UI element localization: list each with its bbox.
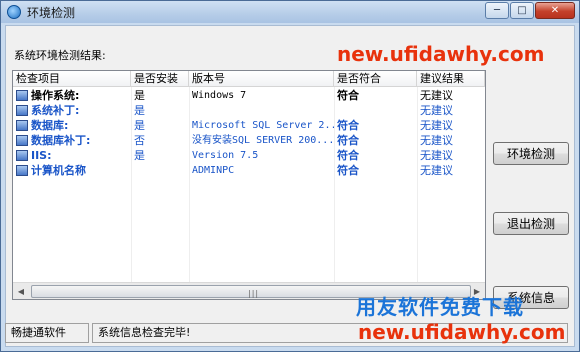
row-name-label: 系统补丁: — [31, 104, 80, 117]
check-result-list[interactable]: 检查项目 是否安装 版本号 是否符合 建议结果 操作系统: 是 Windows … — [12, 70, 486, 300]
app-icon — [7, 5, 21, 19]
row-name-label: 操作系统: — [31, 89, 80, 102]
row-installed: 是 — [134, 89, 145, 102]
row-advice: 无建议 — [420, 134, 453, 147]
column-header-installed[interactable]: 是否安装 — [131, 71, 189, 87]
row-name: 数据库: — [13, 118, 131, 133]
result-label: 系统环境检测结果: — [14, 49, 106, 62]
row-name: 计算机名称 — [13, 163, 131, 178]
list-row-patch[interactable]: 系统补丁: 是 无建议 — [13, 103, 485, 118]
row-name: 操作系统: — [13, 88, 131, 103]
row-name: IIS: — [13, 148, 131, 163]
row-advice: 无建议 — [420, 89, 453, 102]
database-icon — [16, 120, 28, 131]
row-match — [334, 103, 417, 118]
row-installed: 是 — [134, 149, 145, 162]
row-name: 数据库补丁: — [13, 133, 131, 148]
list-row-os[interactable]: 操作系统: 是 Windows 7 符合 无建议 — [13, 88, 485, 103]
row-version: ADMINPC — [192, 165, 235, 176]
minimize-button[interactable]: ─ — [485, 2, 509, 19]
row-advice: 无建议 — [420, 149, 453, 162]
row-name-label: IIS: — [31, 149, 52, 162]
iis-icon — [16, 150, 28, 161]
row-match: 符合 — [337, 164, 359, 177]
row-name-label: 计算机名称 — [31, 164, 86, 177]
scroll-left-icon[interactable]: ◀ — [13, 284, 29, 299]
list-row-db-patch[interactable]: 数据库补丁: 否 没有安装SQL SERVER 200... 符合 无建议 — [13, 133, 485, 148]
column-header-version[interactable]: 版本号 — [189, 71, 334, 87]
row-match: 符合 — [337, 149, 359, 162]
close-button[interactable]: ✕ — [535, 2, 575, 19]
scroll-track[interactable]: ||| — [29, 284, 471, 298]
system-info-button[interactable]: 系统信息 — [493, 286, 569, 309]
grip-icon: ||| — [248, 288, 260, 298]
row-installed: 是 — [134, 119, 145, 132]
title-bar[interactable]: 环境检测 ─ □ ✕ — [1, 1, 579, 23]
window-title: 环境检测 — [27, 5, 76, 20]
database-patch-icon — [16, 135, 28, 146]
column-header-item[interactable]: 检查项目 — [13, 71, 131, 87]
dialog-client-area: 系统环境检测结果: 检查项目 是否安装 版本号 是否符合 建议结果 操作系统: … — [5, 25, 575, 347]
row-name-label: 数据库补丁: — [31, 134, 91, 147]
environment-check-window: 环境检测 ─ □ ✕ 系统环境检测结果: 检查项目 是否安装 版本号 是否符合 … — [0, 0, 580, 352]
row-match: 符合 — [337, 89, 359, 102]
status-bar: 畅捷通软件 系统信息检查完毕! — [5, 321, 575, 345]
list-row-iis[interactable]: IIS: 是 Version 7.5 符合 无建议 — [13, 148, 485, 163]
row-version — [189, 103, 334, 118]
scroll-right-icon[interactable]: ▶ — [469, 284, 485, 299]
row-match: 符合 — [337, 134, 359, 147]
row-version: 没有安装SQL SERVER 200... — [192, 135, 334, 146]
row-version: Windows 7 — [192, 90, 247, 101]
exit-check-button[interactable]: 退出检测 — [493, 212, 569, 235]
row-installed: 否 — [134, 134, 145, 147]
patch-icon — [16, 105, 28, 116]
list-row-database[interactable]: 数据库: 是 Microsoft SQL Server 2... 符合 无建议 — [13, 118, 485, 133]
status-message: 系统信息检查完毕! — [92, 323, 568, 343]
environment-check-button[interactable]: 环境检测 — [493, 142, 569, 165]
row-version: Version 7.5 — [192, 150, 259, 161]
monitor-icon — [16, 165, 28, 176]
list-header: 检查项目 是否安装 版本号 是否符合 建议结果 — [13, 71, 485, 87]
column-header-match[interactable]: 是否符合 — [334, 71, 417, 87]
row-advice: 无建议 — [420, 119, 453, 132]
row-advice: 无建议 — [420, 164, 453, 177]
row-installed — [131, 163, 189, 178]
horizontal-scrollbar[interactable]: ◀ ||| ▶ — [13, 282, 485, 299]
window-controls: ─ □ ✕ — [484, 2, 575, 19]
row-version: Microsoft SQL Server 2... — [192, 120, 334, 131]
maximize-button[interactable]: □ — [510, 2, 534, 19]
row-name: 系统补丁: — [13, 103, 131, 118]
row-installed: 是 — [134, 104, 145, 117]
status-company: 畅捷通软件 — [5, 323, 89, 343]
computer-icon — [16, 90, 28, 101]
scroll-thumb[interactable]: ||| — [31, 284, 471, 298]
row-name-label: 数据库: — [31, 119, 69, 132]
row-match: 符合 — [337, 119, 359, 132]
row-advice: 无建议 — [420, 104, 453, 117]
column-header-advice[interactable]: 建议结果 — [417, 71, 485, 87]
list-row-computer-name[interactable]: 计算机名称 ADMINPC 符合 无建议 — [13, 163, 485, 178]
